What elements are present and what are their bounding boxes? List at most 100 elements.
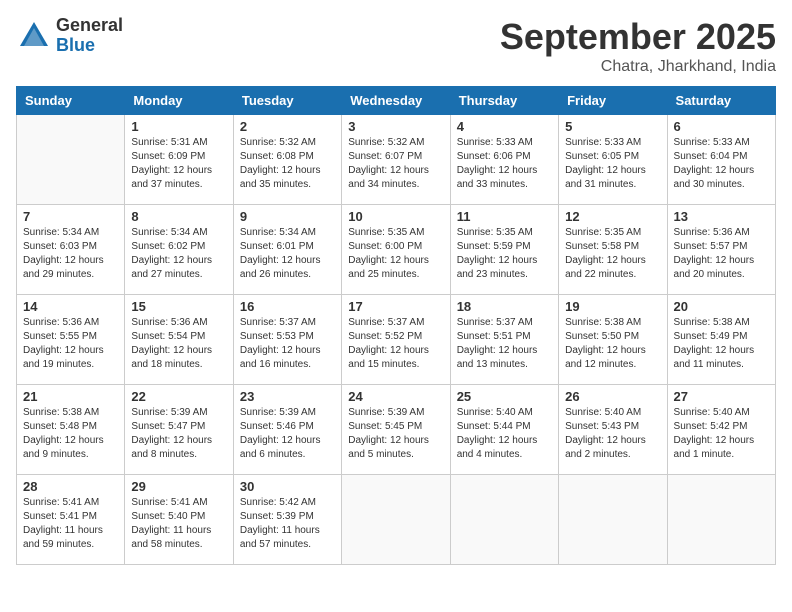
day-number: 11 — [457, 209, 552, 224]
weekday-header-tuesday: Tuesday — [233, 87, 341, 115]
day-info: Sunrise: 5:33 AM Sunset: 6:06 PM Dayligh… — [457, 136, 552, 192]
calendar-cell: 16 Sunrise: 5:37 AM Sunset: 5:53 PM Dayli… — [233, 295, 341, 385]
day-info: Sunrise: 5:40 AM Sunset: 5:44 PM Dayligh… — [457, 406, 552, 462]
day-info: Sunrise: 5:41 AM Sunset: 5:40 PM Dayligh… — [131, 496, 226, 552]
day-info: Sunrise: 5:35 AM Sunset: 6:00 PM Dayligh… — [348, 226, 443, 282]
week-row-2: 7 Sunrise: 5:34 AM Sunset: 6:03 PM Daylig… — [17, 205, 776, 295]
logo-blue: Blue — [56, 36, 123, 56]
day-info: Sunrise: 5:34 AM Sunset: 6:01 PM Dayligh… — [240, 226, 335, 282]
weekday-header-wednesday: Wednesday — [342, 87, 450, 115]
day-info: Sunrise: 5:40 AM Sunset: 5:42 PM Dayligh… — [674, 406, 769, 462]
day-info: Sunrise: 5:31 AM Sunset: 6:09 PM Dayligh… — [131, 136, 226, 192]
day-info: Sunrise: 5:39 AM Sunset: 5:46 PM Dayligh… — [240, 406, 335, 462]
calendar-cell: 3 Sunrise: 5:32 AM Sunset: 6:07 PM Daylig… — [342, 115, 450, 205]
calendar-cell: 6Sunrise: 5:33 AM Sunset: 6:04 PM Daylig… — [667, 115, 775, 205]
day-number: 18 — [457, 299, 552, 314]
day-number: 30 — [240, 479, 335, 494]
day-number: 16 — [240, 299, 335, 314]
day-info: Sunrise: 5:40 AM Sunset: 5:43 PM Dayligh… — [565, 406, 660, 462]
logo-text: General Blue — [56, 16, 123, 56]
day-number: 29 — [131, 479, 226, 494]
month-title: September 2025 — [500, 16, 776, 58]
day-number: 14 — [23, 299, 118, 314]
calendar-cell: 19 Sunrise: 5:38 AM Sunset: 5:50 PM Dayli… — [559, 295, 667, 385]
day-number: 19 — [565, 299, 660, 314]
day-number: 26 — [565, 389, 660, 404]
calendar-cell: 29 Sunrise: 5:41 AM Sunset: 5:40 PM Dayli… — [125, 475, 233, 565]
calendar-cell: 17Sunrise: 5:37 AM Sunset: 5:52 PM Dayli… — [342, 295, 450, 385]
calendar-cell: 10 Sunrise: 5:35 AM Sunset: 6:00 PM Dayli… — [342, 205, 450, 295]
location: Chatra, Jharkhand, India — [500, 58, 776, 76]
weekday-header-friday: Friday — [559, 87, 667, 115]
calendar-cell — [667, 475, 775, 565]
calendar-cell — [342, 475, 450, 565]
day-info: Sunrise: 5:32 AM Sunset: 6:08 PM Dayligh… — [240, 136, 335, 192]
day-info: Sunrise: 5:38 AM Sunset: 5:48 PM Dayligh… — [23, 406, 118, 462]
weekday-header-thursday: Thursday — [450, 87, 558, 115]
day-info: Sunrise: 5:36 AM Sunset: 5:55 PM Dayligh… — [23, 316, 118, 372]
calendar-cell: 13Sunrise: 5:36 AM Sunset: 5:57 PM Dayli… — [667, 205, 775, 295]
day-info: Sunrise: 5:33 AM Sunset: 6:05 PM Dayligh… — [565, 136, 660, 192]
day-info: Sunrise: 5:38 AM Sunset: 5:50 PM Dayligh… — [565, 316, 660, 372]
week-row-1: 1 Sunrise: 5:31 AM Sunset: 6:09 PM Daylig… — [17, 115, 776, 205]
day-number: 15 — [131, 299, 226, 314]
calendar-cell: 8 Sunrise: 5:34 AM Sunset: 6:02 PM Daylig… — [125, 205, 233, 295]
week-row-5: 28 Sunrise: 5:41 AM Sunset: 5:41 PM Dayli… — [17, 475, 776, 565]
calendar-cell: 12 Sunrise: 5:35 AM Sunset: 5:58 PM Dayli… — [559, 205, 667, 295]
day-info: Sunrise: 5:37 AM Sunset: 5:52 PM Dayligh… — [348, 316, 443, 372]
calendar-cell: 28 Sunrise: 5:41 AM Sunset: 5:41 PM Dayli… — [17, 475, 125, 565]
day-number: 13 — [674, 209, 769, 224]
calendar-cell: 9Sunrise: 5:34 AM Sunset: 6:01 PM Daylig… — [233, 205, 341, 295]
calendar-cell: 26 Sunrise: 5:40 AM Sunset: 5:43 PM Dayli… — [559, 385, 667, 475]
calendar-cell: 21 Sunrise: 5:38 AM Sunset: 5:48 PM Dayli… — [17, 385, 125, 475]
weekday-header-sunday: Sunday — [17, 87, 125, 115]
calendar-cell: 20 Sunrise: 5:38 AM Sunset: 5:49 PM Dayli… — [667, 295, 775, 385]
day-number: 28 — [23, 479, 118, 494]
calendar-cell — [559, 475, 667, 565]
calendar-cell: 23Sunrise: 5:39 AM Sunset: 5:46 PM Dayli… — [233, 385, 341, 475]
day-info: Sunrise: 5:35 AM Sunset: 5:59 PM Dayligh… — [457, 226, 552, 282]
day-number: 21 — [23, 389, 118, 404]
day-number: 8 — [131, 209, 226, 224]
day-number: 25 — [457, 389, 552, 404]
day-info: Sunrise: 5:39 AM Sunset: 5:47 PM Dayligh… — [131, 406, 226, 462]
day-number: 1 — [131, 119, 226, 134]
day-number: 20 — [674, 299, 769, 314]
calendar-table: SundayMondayTuesdayWednesdayThursdayFrid… — [16, 86, 776, 565]
page-header: General Blue September 2025 Chatra, Jhar… — [16, 16, 776, 76]
calendar-cell: 7 Sunrise: 5:34 AM Sunset: 6:03 PM Daylig… — [17, 205, 125, 295]
day-number: 27 — [674, 389, 769, 404]
weekday-header-saturday: Saturday — [667, 87, 775, 115]
calendar-cell: 11 Sunrise: 5:35 AM Sunset: 5:59 PM Dayli… — [450, 205, 558, 295]
day-info: Sunrise: 5:33 AM Sunset: 6:04 PM Dayligh… — [674, 136, 769, 192]
day-info: Sunrise: 5:36 AM Sunset: 5:54 PM Dayligh… — [131, 316, 226, 372]
weekday-header-row: SundayMondayTuesdayWednesdayThursdayFrid… — [17, 87, 776, 115]
day-info: Sunrise: 5:42 AM Sunset: 5:39 PM Dayligh… — [240, 496, 335, 552]
logo: General Blue — [16, 16, 123, 56]
calendar-cell: 2Sunrise: 5:32 AM Sunset: 6:08 PM Daylig… — [233, 115, 341, 205]
title-area: September 2025 Chatra, Jharkhand, India — [500, 16, 776, 76]
logo-icon — [16, 18, 52, 54]
weekday-header-monday: Monday — [125, 87, 233, 115]
calendar-cell: 5 Sunrise: 5:33 AM Sunset: 6:05 PM Daylig… — [559, 115, 667, 205]
day-info: Sunrise: 5:32 AM Sunset: 6:07 PM Dayligh… — [348, 136, 443, 192]
day-number: 3 — [348, 119, 443, 134]
day-number: 10 — [348, 209, 443, 224]
day-number: 12 — [565, 209, 660, 224]
day-info: Sunrise: 5:41 AM Sunset: 5:41 PM Dayligh… — [23, 496, 118, 552]
day-info: Sunrise: 5:34 AM Sunset: 6:03 PM Dayligh… — [23, 226, 118, 282]
day-info: Sunrise: 5:38 AM Sunset: 5:49 PM Dayligh… — [674, 316, 769, 372]
week-row-3: 14 Sunrise: 5:36 AM Sunset: 5:55 PM Dayli… — [17, 295, 776, 385]
day-number: 7 — [23, 209, 118, 224]
calendar-cell: 18Sunrise: 5:37 AM Sunset: 5:51 PM Dayli… — [450, 295, 558, 385]
calendar-cell: 27 Sunrise: 5:40 AM Sunset: 5:42 PM Dayli… — [667, 385, 775, 475]
day-number: 24 — [348, 389, 443, 404]
day-info: Sunrise: 5:37 AM Sunset: 5:53 PM Dayligh… — [240, 316, 335, 372]
day-info: Sunrise: 5:39 AM Sunset: 5:45 PM Dayligh… — [348, 406, 443, 462]
day-number: 5 — [565, 119, 660, 134]
calendar-cell: 15 Sunrise: 5:36 AM Sunset: 5:54 PM Dayli… — [125, 295, 233, 385]
day-number: 22 — [131, 389, 226, 404]
calendar-cell: 4Sunrise: 5:33 AM Sunset: 6:06 PM Daylig… — [450, 115, 558, 205]
day-info: Sunrise: 5:35 AM Sunset: 5:58 PM Dayligh… — [565, 226, 660, 282]
day-info: Sunrise: 5:34 AM Sunset: 6:02 PM Dayligh… — [131, 226, 226, 282]
